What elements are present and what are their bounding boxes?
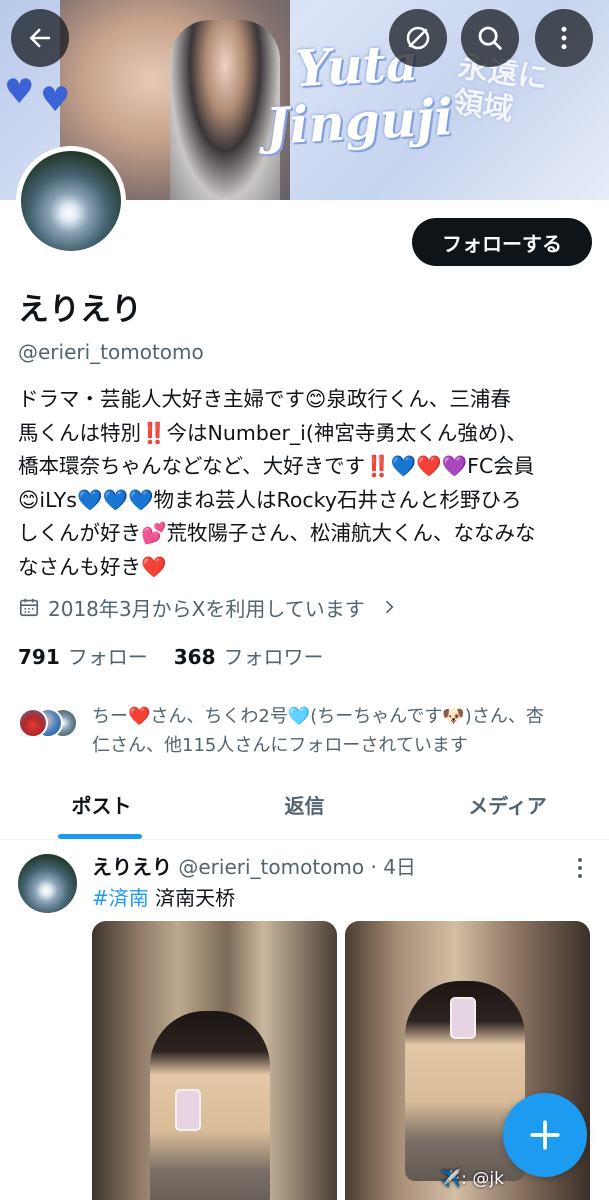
following-count: 791: [18, 645, 60, 669]
heart-icon: ♥: [40, 80, 71, 120]
following-label: フォロー: [67, 645, 148, 669]
arrow-left-icon: [29, 28, 50, 48]
profile-avatar[interactable]: [16, 146, 126, 256]
followed-by[interactable]: ちー❤️さん、ちくわ2号🩵(ちーちゃんです🐶)さん、杏 仁さん、他115人さんに…: [18, 702, 598, 760]
hashtag-link[interactable]: #済南: [92, 886, 149, 910]
more-vertical-icon: [561, 26, 567, 50]
profile-bio: ドラマ・芸能人大好き主婦です😊泉政行くん、三浦春 馬くんは特別‼️今はNumbe…: [18, 383, 593, 585]
banner-kanji: 永遠に 領域: [450, 49, 550, 128]
joined-date[interactable]: 2018年3月からXを利用しています: [18, 592, 399, 622]
image-figure: [150, 1011, 270, 1200]
bio-line: 橋本環奈ちゃんなどなど、大好きです‼️💙❤️💜FC会員: [18, 454, 535, 479]
image-phone: [450, 997, 476, 1039]
bell-off-icon: [406, 26, 430, 50]
search-icon: [478, 26, 503, 51]
following-link[interactable]: 791 フォロー: [18, 641, 148, 670]
post-body: 済南天桥: [155, 886, 236, 910]
mute-button[interactable]: [389, 9, 447, 67]
follower-avatars: [18, 702, 88, 742]
post-text: #済南 済南天桥: [92, 882, 235, 911]
more-vertical-icon[interactable]: [570, 855, 590, 881]
profile-handle: @erieri_tomotomo: [18, 340, 204, 364]
follow-button[interactable]: フォローする: [412, 218, 592, 266]
post-header: えりえり @erieri_tomotomo · 4日: [92, 851, 416, 880]
bio-line: 😊iLYs💙💙💙物まね芸人はRocky石井さんと杉野ひろ: [18, 487, 522, 512]
profile-tabs: ポスト 返信 メディア: [0, 770, 609, 840]
followers-count: 368: [173, 645, 216, 669]
image-caption: ✈️: @jk: [440, 1169, 504, 1189]
bio-line: ドラマ・芸能人大好き主婦です😊泉政行くん、三浦春: [18, 387, 511, 411]
tab-replies[interactable]: 返信: [203, 770, 406, 839]
post-image[interactable]: [92, 921, 337, 1200]
compose-button[interactable]: [503, 1093, 587, 1177]
plus-icon: [530, 1120, 560, 1150]
profile-name: えりえり: [18, 292, 142, 328]
calendar-icon: [19, 598, 39, 617]
image-phone: [175, 1089, 201, 1131]
followers-link[interactable]: 368 フォロワー: [174, 641, 324, 670]
followed-by-text: ちー❤️さん、ちくわ2号🩵(ちーちゃんです🐶)さん、杏 仁さん、他115人さんに…: [92, 706, 544, 756]
avatar[interactable]: [18, 854, 77, 913]
tab-posts[interactable]: ポスト: [0, 770, 203, 839]
post-time: · 4日: [370, 855, 416, 879]
post-author[interactable]: えりえり: [92, 855, 172, 879]
more-button[interactable]: [535, 9, 593, 67]
search-button[interactable]: [461, 9, 519, 67]
joined-text: 2018年3月からXを利用しています: [48, 596, 365, 621]
followers-label: フォロワー: [223, 645, 324, 669]
profile-stats: 791 フォロー 368 フォロワー: [18, 641, 324, 670]
chevron-right-icon: [385, 600, 394, 614]
bio-line: 馬くんは特別‼️今はNumber_i(神宮寺勇太くん強め)、: [18, 420, 527, 445]
post-handle: @erieri_tomotomo: [178, 855, 365, 879]
bio-line: しくんが好き💕荒牧陽子さん、松浦航大くん、ななみな: [18, 521, 536, 546]
avatar: [18, 708, 48, 738]
back-button[interactable]: [11, 9, 69, 67]
tab-media[interactable]: メディア: [406, 770, 609, 839]
heart-icon: ♥: [4, 72, 35, 112]
bio-line: なさんも好き❤️: [18, 554, 167, 579]
